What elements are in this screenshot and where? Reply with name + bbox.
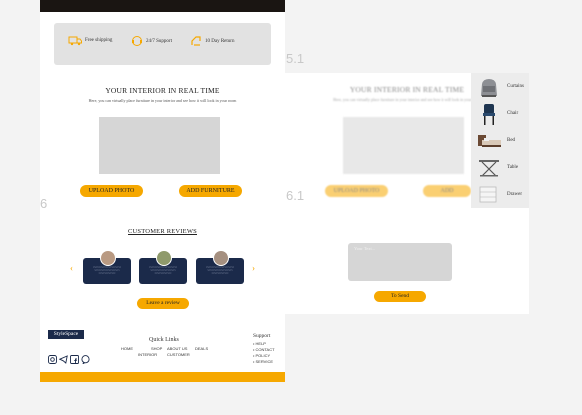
quick-links-title: Quick Links: [149, 337, 179, 343]
feature-label: 10 Day Return: [205, 38, 235, 44]
telegram-icon[interactable]: [59, 355, 68, 364]
support-link-policy[interactable]: • POLICY: [253, 353, 270, 358]
support-link-service[interactable]: • SERVICE: [253, 359, 273, 364]
social-icons: [48, 355, 90, 364]
chair-icon: [483, 103, 495, 125]
photo-preview: [343, 117, 464, 174]
reviews-prev-arrow[interactable]: ‹: [70, 263, 73, 273]
hero-image-strip: [40, 0, 285, 12]
add-furniture-button: ADD FURNITURE: [423, 185, 471, 197]
footer-link-customer[interactable]: CUSTOMER: [167, 352, 190, 357]
dropdown-label: Drawer: [507, 192, 522, 197]
support-title: Support: [253, 333, 271, 339]
return-icon: [191, 36, 201, 46]
support-link-help[interactable]: • HELP: [253, 341, 266, 346]
leave-review-button[interactable]: Leave a review: [137, 298, 189, 309]
feature-label: Free shipping: [85, 38, 113, 43]
drawer-icon: [479, 186, 497, 202]
footer-accent-bar: [40, 372, 285, 382]
photo-preview: [99, 117, 220, 174]
dropdown-item-chair[interactable]: Chair: [471, 100, 529, 127]
footer-link-deals[interactable]: DEALS: [195, 346, 208, 351]
footer-logo[interactable]: StyleSpace: [48, 330, 84, 339]
section-number: 5.1: [286, 51, 305, 66]
avatar: [100, 250, 116, 266]
dropdown-item-bed[interactable]: Bed: [471, 127, 529, 154]
support-icon: [132, 36, 142, 46]
dropdown-label: Bed: [507, 138, 516, 143]
footer-link-interior[interactable]: INTERIOR: [138, 352, 157, 357]
truck-icon: [68, 36, 82, 46]
feature-support: 24/7 Support: [131, 35, 172, 47]
footer-link-shop[interactable]: SHOP: [151, 346, 162, 351]
realtime-subtitle: Here, you can virtually place furniture …: [88, 98, 237, 103]
textarea-placeholder: Your Text...: [354, 246, 376, 251]
feature-return: 10 Day Return: [190, 35, 234, 47]
dropdown-label: Curtains: [507, 84, 524, 89]
review-textarea[interactable]: Your Text...: [348, 243, 452, 281]
furniture-dropdown: Curtains Chair Bed Table Drawer: [471, 73, 529, 208]
upload-photo-button[interactable]: UPLOAD PHOTO: [80, 185, 143, 197]
viber-icon[interactable]: [81, 355, 90, 364]
features-bar: Free shipping 24/7 Support 10 Day Return: [54, 23, 271, 65]
bed-icon: [478, 134, 501, 147]
upload-photo-button: UPLOAD PHOTO: [325, 185, 388, 197]
facebook-icon[interactable]: [70, 355, 79, 364]
send-button[interactable]: To Send: [374, 291, 426, 302]
table-icon: [479, 159, 499, 176]
footer-link-home[interactable]: HOME: [121, 346, 133, 351]
section-number: 6: [40, 196, 48, 211]
dropdown-item-table[interactable]: Table: [471, 154, 529, 181]
avatar: [213, 250, 229, 266]
avatar: [156, 250, 172, 266]
section-number: 6.1: [286, 188, 305, 203]
dropdown-item-curtains[interactable]: Curtains: [471, 73, 529, 100]
dropdown-label: Chair: [507, 111, 519, 116]
curtains-icon: [481, 78, 497, 97]
feature-free-shipping: Free shipping: [68, 35, 112, 46]
realtime-title: YOUR INTERIOR IN REAL TIME: [105, 86, 220, 95]
support-link-contact[interactable]: • CONTACT: [253, 347, 275, 352]
add-furniture-button[interactable]: ADD FURNITURE: [179, 185, 242, 197]
reviews-title: CUSTOMER REVIEWS: [128, 228, 197, 235]
instagram-icon[interactable]: [48, 355, 57, 364]
blurred-background: YOUR INTERIOR IN REAL TIME Here, you can…: [285, 73, 481, 208]
footer-link-about[interactable]: ABOUT US: [167, 346, 187, 351]
feature-label: 24/7 Support: [146, 38, 172, 44]
dropdown-label: Table: [507, 165, 519, 170]
reviews-next-arrow[interactable]: ›: [252, 263, 255, 273]
dropdown-item-drawer[interactable]: Drawer: [471, 181, 529, 208]
